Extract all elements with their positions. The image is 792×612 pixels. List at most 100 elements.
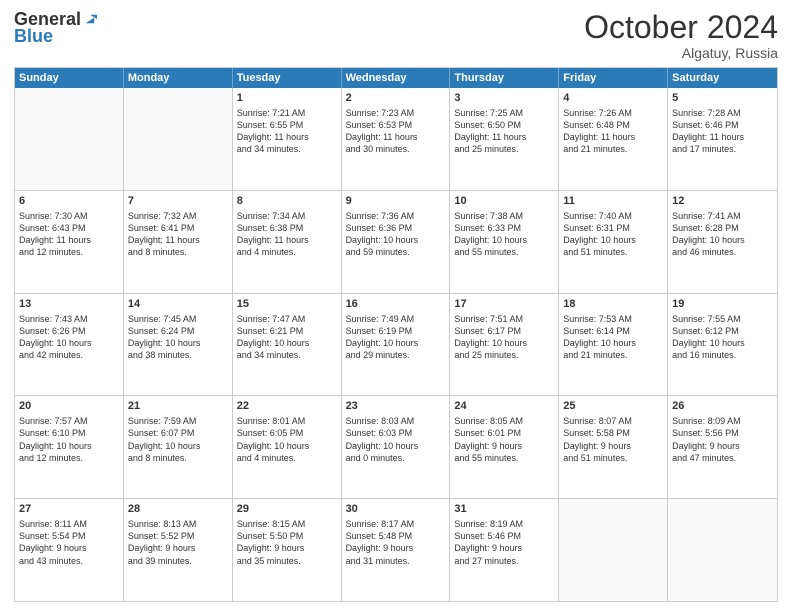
- day-number: 20: [19, 399, 119, 414]
- day-info-line: Sunset: 5:48 PM: [346, 530, 446, 542]
- location: Algatuy, Russia: [584, 45, 778, 61]
- cal-row: 27Sunrise: 8:11 AMSunset: 5:54 PMDayligh…: [15, 498, 777, 601]
- day-cell-30: 30Sunrise: 8:17 AMSunset: 5:48 PMDayligh…: [342, 499, 451, 601]
- day-info-line: Sunset: 6:19 PM: [346, 325, 446, 337]
- logo: General Blue: [14, 10, 97, 47]
- cal-row: 20Sunrise: 7:57 AMSunset: 6:10 PMDayligh…: [15, 395, 777, 498]
- day-info-line: Sunrise: 7:59 AM: [128, 415, 228, 427]
- day-cell-13: 13Sunrise: 7:43 AMSunset: 6:26 PMDayligh…: [15, 294, 124, 396]
- day-info-line: Daylight: 9 hours: [672, 440, 773, 452]
- day-info-line: Sunrise: 8:01 AM: [237, 415, 337, 427]
- day-info-line: Daylight: 10 hours: [237, 440, 337, 452]
- day-info-line: Sunrise: 8:13 AM: [128, 518, 228, 530]
- day-info-line: Sunset: 6:53 PM: [346, 119, 446, 131]
- day-info-line: Daylight: 10 hours: [128, 337, 228, 349]
- day-number: 19: [672, 297, 773, 312]
- day-info-line: and 29 minutes.: [346, 349, 446, 361]
- header-cell-sunday: Sunday: [15, 68, 124, 88]
- day-info-line: Sunrise: 7:55 AM: [672, 313, 773, 325]
- day-info-line: Sunset: 6:41 PM: [128, 222, 228, 234]
- day-info-line: Sunset: 5:54 PM: [19, 530, 119, 542]
- day-info-line: Sunset: 5:46 PM: [454, 530, 554, 542]
- day-info-line: and 21 minutes.: [563, 349, 663, 361]
- header-cell-monday: Monday: [124, 68, 233, 88]
- day-cell-7: 7Sunrise: 7:32 AMSunset: 6:41 PMDaylight…: [124, 191, 233, 293]
- day-info-line: Daylight: 10 hours: [346, 234, 446, 246]
- day-cell-21: 21Sunrise: 7:59 AMSunset: 6:07 PMDayligh…: [124, 396, 233, 498]
- day-info-line: Sunrise: 7:26 AM: [563, 107, 663, 119]
- day-info-line: Daylight: 10 hours: [19, 337, 119, 349]
- day-info-line: Daylight: 9 hours: [19, 542, 119, 554]
- day-number: 10: [454, 194, 554, 209]
- day-cell-11: 11Sunrise: 7:40 AMSunset: 6:31 PMDayligh…: [559, 191, 668, 293]
- day-cell-27: 27Sunrise: 8:11 AMSunset: 5:54 PMDayligh…: [15, 499, 124, 601]
- day-info-line: and 8 minutes.: [128, 452, 228, 464]
- day-info-line: Daylight: 10 hours: [672, 234, 773, 246]
- day-info-line: Sunrise: 7:36 AM: [346, 210, 446, 222]
- day-info-line: Sunrise: 8:09 AM: [672, 415, 773, 427]
- day-info-line: Sunset: 6:36 PM: [346, 222, 446, 234]
- calendar-header: SundayMondayTuesdayWednesdayThursdayFrid…: [15, 68, 777, 88]
- day-info-line: and 59 minutes.: [346, 246, 446, 258]
- calendar-body: 1Sunrise: 7:21 AMSunset: 6:55 PMDaylight…: [15, 88, 777, 601]
- day-info-line: and 16 minutes.: [672, 349, 773, 361]
- day-info-line: Daylight: 11 hours: [346, 131, 446, 143]
- cal-row: 13Sunrise: 7:43 AMSunset: 6:26 PMDayligh…: [15, 293, 777, 396]
- day-info-line: Sunrise: 7:51 AM: [454, 313, 554, 325]
- day-number: 30: [346, 502, 446, 517]
- day-cell-16: 16Sunrise: 7:49 AMSunset: 6:19 PMDayligh…: [342, 294, 451, 396]
- day-info-line: Daylight: 10 hours: [237, 337, 337, 349]
- day-number: 16: [346, 297, 446, 312]
- day-info-line: Daylight: 10 hours: [19, 440, 119, 452]
- calendar: SundayMondayTuesdayWednesdayThursdayFrid…: [14, 67, 778, 602]
- day-number: 28: [128, 502, 228, 517]
- day-cell-24: 24Sunrise: 8:05 AMSunset: 6:01 PMDayligh…: [450, 396, 559, 498]
- day-info-line: Sunset: 6:28 PM: [672, 222, 773, 234]
- day-info-line: Sunrise: 8:17 AM: [346, 518, 446, 530]
- day-info-line: Sunset: 6:43 PM: [19, 222, 119, 234]
- header-cell-thursday: Thursday: [450, 68, 559, 88]
- day-info-line: Sunset: 6:50 PM: [454, 119, 554, 131]
- day-info-line: and 55 minutes.: [454, 246, 554, 258]
- title-block: October 2024 Algatuy, Russia: [584, 10, 778, 61]
- day-number: 29: [237, 502, 337, 517]
- header-cell-tuesday: Tuesday: [233, 68, 342, 88]
- day-info-line: Sunset: 6:10 PM: [19, 427, 119, 439]
- day-info-line: and 25 minutes.: [454, 143, 554, 155]
- day-info-line: and 0 minutes.: [346, 452, 446, 464]
- day-info-line: Sunrise: 8:11 AM: [19, 518, 119, 530]
- day-info-line: and 30 minutes.: [346, 143, 446, 155]
- day-info-line: Daylight: 11 hours: [563, 131, 663, 143]
- day-info-line: Sunrise: 7:49 AM: [346, 313, 446, 325]
- day-number: 15: [237, 297, 337, 312]
- day-info-line: and 31 minutes.: [346, 555, 446, 567]
- day-info-line: and 42 minutes.: [19, 349, 119, 361]
- day-number: 27: [19, 502, 119, 517]
- day-info-line: Daylight: 11 hours: [237, 131, 337, 143]
- day-info-line: Daylight: 9 hours: [237, 542, 337, 554]
- day-cell-26: 26Sunrise: 8:09 AMSunset: 5:56 PMDayligh…: [668, 396, 777, 498]
- day-cell-20: 20Sunrise: 7:57 AMSunset: 6:10 PMDayligh…: [15, 396, 124, 498]
- day-number: 31: [454, 502, 554, 517]
- day-cell-4: 4Sunrise: 7:26 AMSunset: 6:48 PMDaylight…: [559, 88, 668, 190]
- day-info-line: Sunrise: 8:03 AM: [346, 415, 446, 427]
- day-info-line: Sunrise: 8:07 AM: [563, 415, 663, 427]
- day-number: 23: [346, 399, 446, 414]
- day-info-line: Sunrise: 8:15 AM: [237, 518, 337, 530]
- day-info-line: Sunrise: 7:53 AM: [563, 313, 663, 325]
- day-info-line: Sunset: 6:48 PM: [563, 119, 663, 131]
- day-info-line: Sunrise: 8:19 AM: [454, 518, 554, 530]
- cal-row: 1Sunrise: 7:21 AMSunset: 6:55 PMDaylight…: [15, 88, 777, 190]
- day-info-line: Daylight: 9 hours: [563, 440, 663, 452]
- empty-cell: [668, 499, 777, 601]
- day-info-line: Sunrise: 7:57 AM: [19, 415, 119, 427]
- day-cell-31: 31Sunrise: 8:19 AMSunset: 5:46 PMDayligh…: [450, 499, 559, 601]
- day-info-line: Daylight: 11 hours: [237, 234, 337, 246]
- day-info-line: Sunrise: 7:30 AM: [19, 210, 119, 222]
- day-info-line: Sunrise: 7:32 AM: [128, 210, 228, 222]
- day-info-line: Sunrise: 7:28 AM: [672, 107, 773, 119]
- day-cell-18: 18Sunrise: 7:53 AMSunset: 6:14 PMDayligh…: [559, 294, 668, 396]
- day-number: 14: [128, 297, 228, 312]
- day-info-line: Daylight: 9 hours: [128, 542, 228, 554]
- day-info-line: Daylight: 10 hours: [454, 337, 554, 349]
